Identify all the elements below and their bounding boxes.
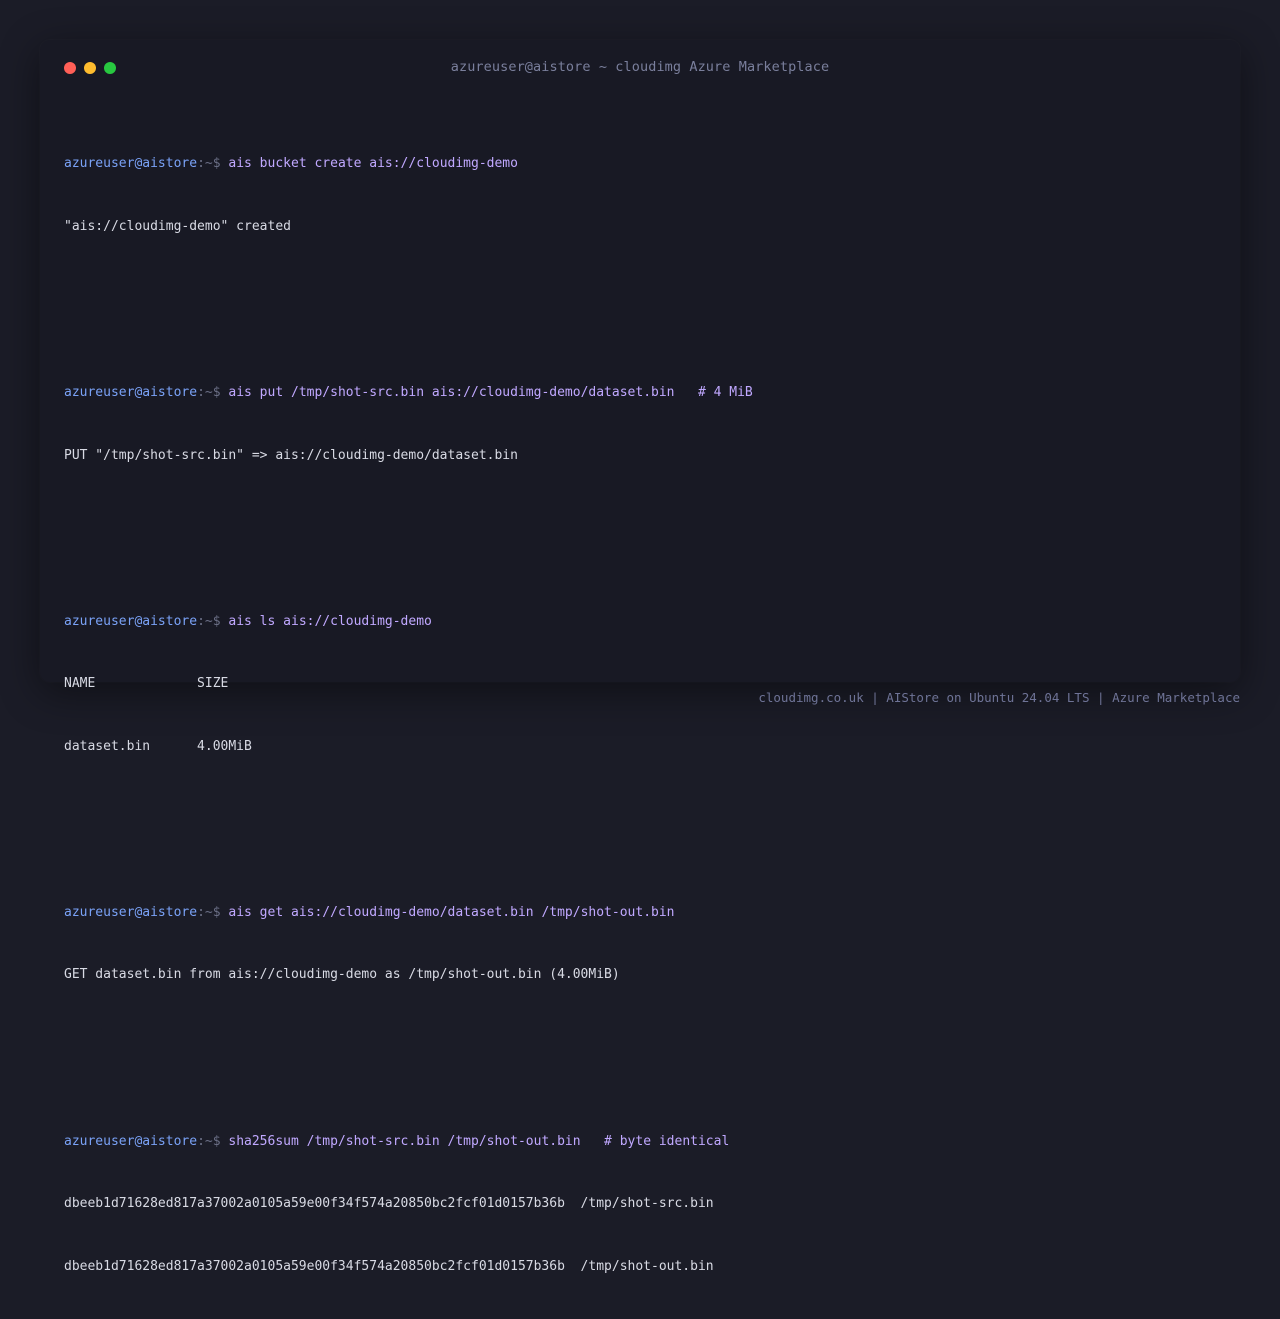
prompt-line: azureuser@aistore:~$ ais ls ais://cloudi… xyxy=(64,612,1214,633)
prompt-suffix: :~$ xyxy=(197,156,229,172)
checksum-line: dbeeb1d71628ed817a37002a0105a59e00f34f57… xyxy=(64,1258,714,1274)
command-text: ais ls ais://cloudimg-demo xyxy=(228,613,432,629)
checksum-line: dbeeb1d71628ed817a37002a0105a59e00f34f57… xyxy=(64,1196,714,1212)
prompt-line: azureuser@aistore:~$ ais get ais://cloud… xyxy=(64,903,1214,924)
prompt-suffix: :~$ xyxy=(197,905,229,921)
command-text: ais get ais://cloudimg-demo/dataset.bin … xyxy=(228,905,675,921)
listing-row: dataset.bin 4.00MiB xyxy=(64,738,252,754)
terminal-window: azureuser@aistore ~ cloudimg Azure Marke… xyxy=(40,40,1240,1274)
prompt-suffix: :~$ xyxy=(197,385,229,401)
title-bar: azureuser@aistore ~ cloudimg Azure Marke… xyxy=(40,40,1240,96)
prompt-user-host: azureuser@aistore xyxy=(64,613,198,629)
output-line: PUT "/tmp/shot-src.bin" => ais://cloudim… xyxy=(64,447,518,463)
output-line: "ais://cloudimg-demo" created xyxy=(64,218,291,234)
terminal-content[interactable]: azureuser@aistore:~$ ais bucket create a… xyxy=(64,92,1214,1319)
prompt-line: azureuser@aistore:~$ ais bucket create a… xyxy=(64,154,1214,175)
prompt-user-host: azureuser@aistore xyxy=(64,156,198,172)
prompt-user-host: azureuser@aistore xyxy=(64,905,198,921)
prompt-suffix: :~$ xyxy=(197,613,229,629)
prompt-user-host: azureuser@aistore xyxy=(64,385,198,401)
command-text: ais put /tmp/shot-src.bin ais://cloudimg… xyxy=(228,385,753,401)
command-text: sha256sum /tmp/shot-src.bin /tmp/shot-ou… xyxy=(228,1133,730,1149)
command-text: ais bucket create ais://cloudimg-demo xyxy=(228,156,518,172)
prompt-suffix: :~$ xyxy=(197,1133,229,1149)
footer-caption: cloudimg.co.uk | AIStore on Ubuntu 24.04… xyxy=(758,690,1240,705)
prompt-line: azureuser@aistore:~$ sha256sum /tmp/shot… xyxy=(64,1132,1214,1153)
prompt-line: azureuser@aistore:~$ ais put /tmp/shot-s… xyxy=(64,383,1214,404)
window-title: azureuser@aistore ~ cloudimg Azure Marke… xyxy=(450,59,830,75)
output-line: GET dataset.bin from ais://cloudimg-demo… xyxy=(64,967,620,983)
prompt-user-host: azureuser@aistore xyxy=(64,1133,198,1149)
